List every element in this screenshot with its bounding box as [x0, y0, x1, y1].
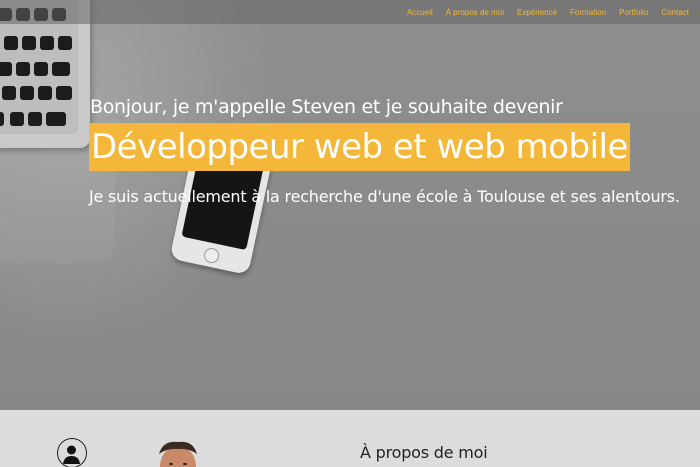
user-icon [57, 438, 87, 467]
phone-home-button [202, 246, 221, 265]
nav-link-experience[interactable]: Expérience [517, 8, 557, 17]
hero-intro: Bonjour, je m'appelle Steven et je souha… [90, 96, 563, 118]
nav-link-accueil[interactable]: Accueil [407, 8, 433, 17]
nav-link-contact[interactable]: Contact [661, 8, 689, 17]
nav-link-a-propos[interactable]: À propos de moi [446, 8, 504, 17]
about-section: À propos de moi [0, 410, 700, 467]
about-title: À propos de moi [360, 443, 488, 462]
hero-subtitle: Je suis actuellement à la recherche d'un… [89, 187, 680, 206]
nav-links: Accueil À propos de moi Expérience Forma… [394, 0, 689, 24]
nav-link-formation[interactable]: Formation [570, 8, 606, 17]
nav-link-portfolio[interactable]: Portfolio [619, 8, 648, 17]
hero-headline: Développeur web et web mobile [89, 123, 630, 171]
top-navbar: Accueil À propos de moi Expérience Forma… [0, 0, 700, 24]
hero-section: Bonjour, je m'appelle Steven et je souha… [0, 0, 700, 410]
profile-photo [155, 440, 201, 467]
